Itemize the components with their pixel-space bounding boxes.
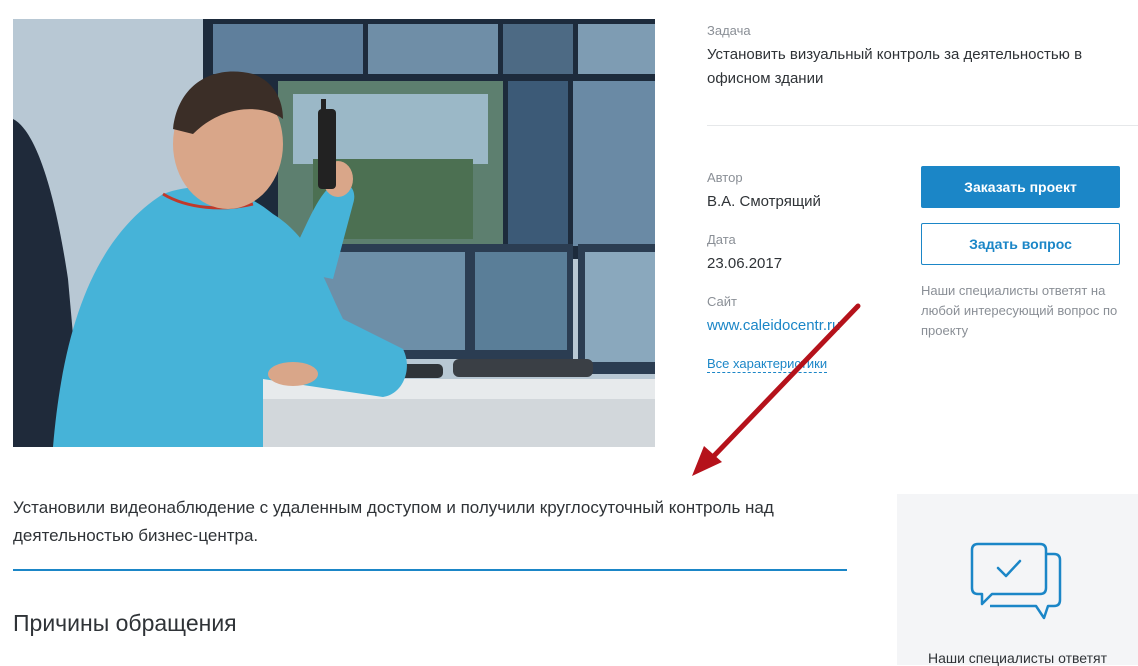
chat-check-icon	[970, 542, 1062, 620]
consultation-text: Наши специалисты ответят	[927, 650, 1108, 666]
project-photo	[13, 19, 655, 447]
section-title: Причины обращения	[13, 610, 237, 636]
author-value: В.А. Смотрящий	[707, 193, 821, 210]
all-characteristics-link[interactable]: Все характеристики	[707, 356, 828, 373]
task-label: Задача	[707, 23, 751, 38]
order-project-button[interactable]: Заказать проект	[921, 166, 1120, 208]
author-label: Автор	[707, 170, 743, 185]
date-label: Дата	[707, 232, 736, 247]
task-value: Установить визуальный контроль за деятел…	[707, 46, 1083, 87]
security-operator-image	[13, 19, 655, 447]
info-divider	[707, 125, 1138, 126]
site-label: Сайт	[707, 294, 737, 309]
ask-question-button[interactable]: Задать вопрос	[921, 223, 1120, 265]
specialists-hint: Наши специалисты ответят на любой интере…	[921, 283, 1118, 338]
site-link[interactable]: www.caleidocentr.ru	[707, 317, 840, 334]
site-value: www.caleidocentr.ru	[707, 314, 840, 338]
summary-divider	[13, 569, 847, 571]
project-summary: Установили видеонаблюдение с удаленным д…	[13, 498, 774, 545]
consultation-box: Наши специалисты ответят	[897, 494, 1138, 666]
date-value: 23.06.2017	[707, 255, 783, 272]
